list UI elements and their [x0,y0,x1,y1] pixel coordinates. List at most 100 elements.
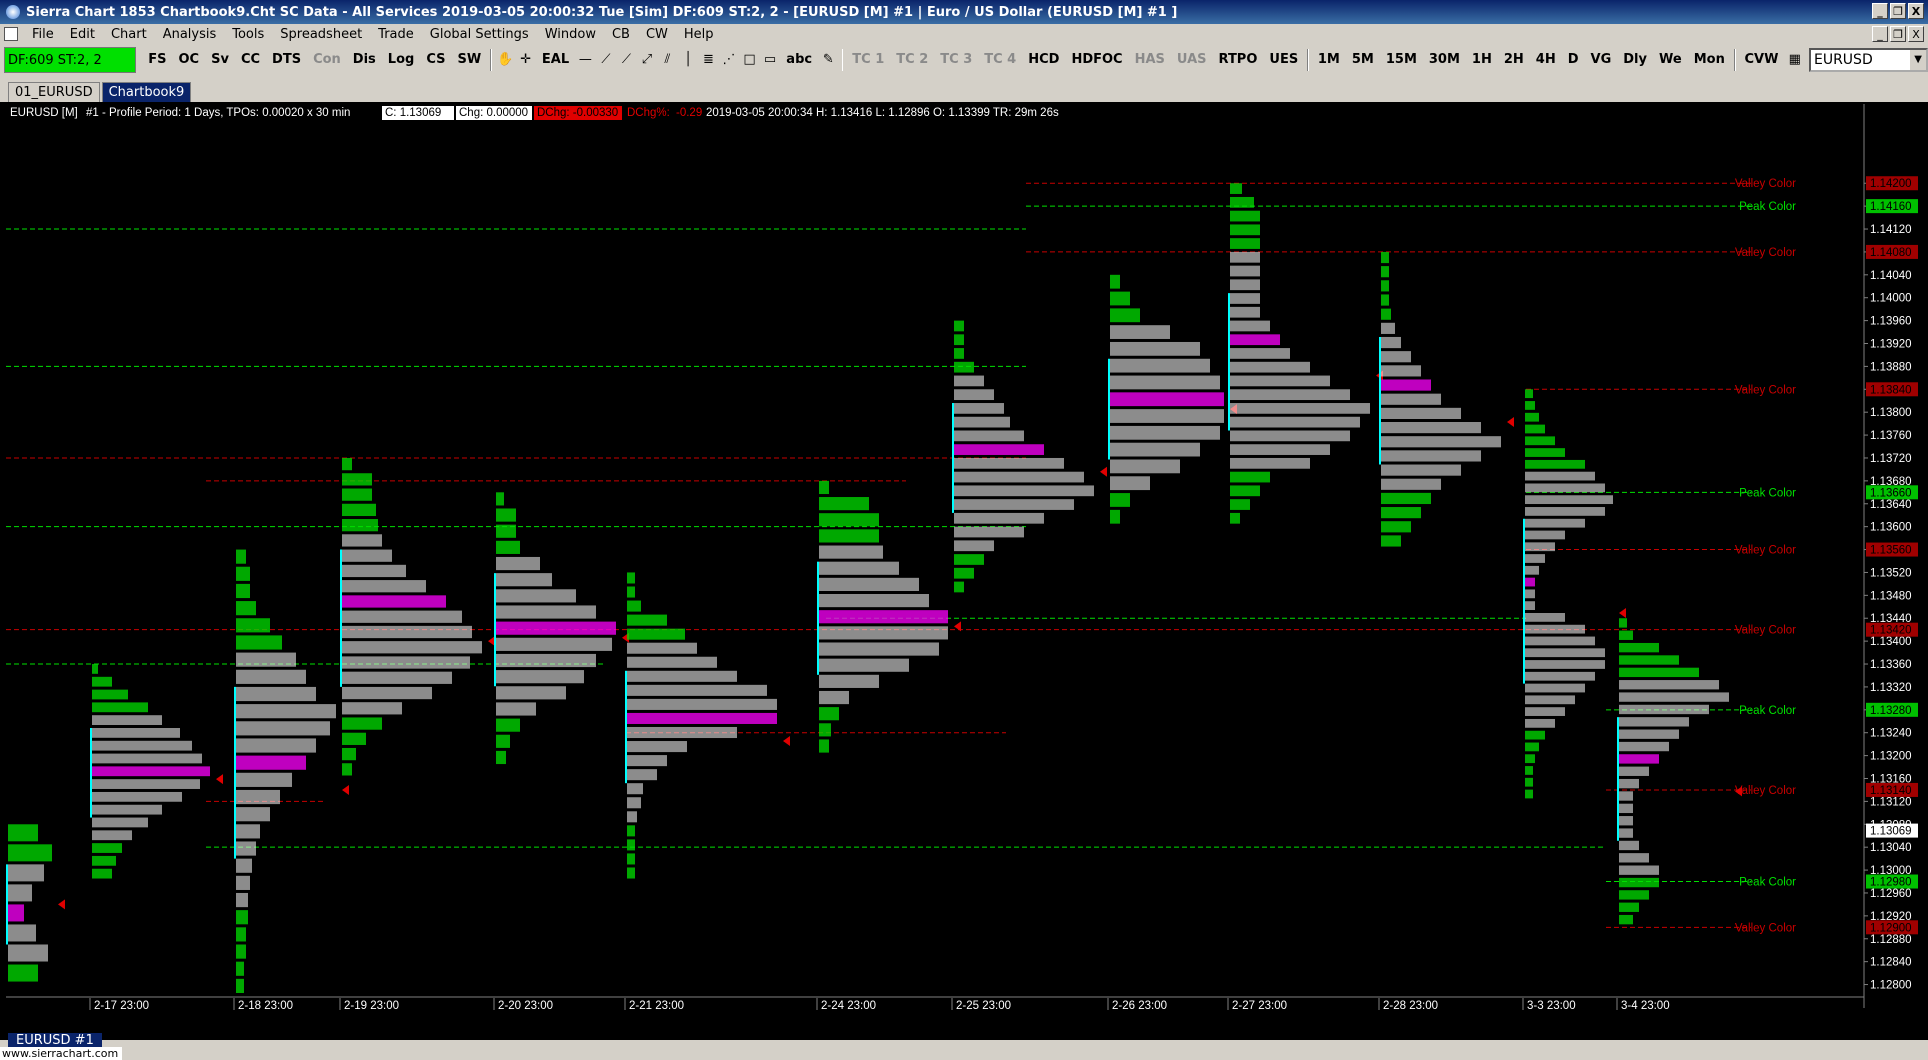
trend-icon[interactable]: ⟋ [617,46,636,74]
toolbar-button-dly[interactable]: Dly [1618,46,1652,74]
price-label: 1.14000 [1870,293,1912,305]
menu-spreadsheet[interactable]: Spreadsheet [272,27,370,42]
maximize-button[interactable]: ❐ [1890,3,1906,19]
valley-color-label: Valley Color [1735,922,1796,934]
tpo-row [1110,392,1224,407]
toolbar-button-1m[interactable]: 1M [1313,46,1345,74]
toolbar-button-2h[interactable]: 2H [1499,46,1529,74]
tpo-row [627,853,635,865]
toolbar-button-fs[interactable]: FS [143,46,171,74]
menu-trade[interactable]: Trade [370,27,422,42]
price-label: 1.13480 [1870,590,1912,602]
tpo-row [1110,493,1130,507]
tpo-row [1381,492,1431,505]
vline-icon[interactable]: │ [679,46,698,74]
fan-icon[interactable]: ⋰ [720,46,739,74]
toolbar-button-tc-1[interactable]: TC 1 [847,46,889,74]
tpo-row [1230,389,1350,401]
tpo-row [954,444,1044,455]
extend-icon[interactable]: ⤢ [638,46,657,74]
toolbar-button-rtpo[interactable]: RTPO [1214,46,1263,74]
tpo-row [1230,251,1260,263]
menu-edit[interactable]: Edit [62,27,103,42]
toolbar-button-vg[interactable]: VG [1586,46,1617,74]
box-icon[interactable]: ▭ [761,46,780,74]
chart-area[interactable]: EURUSD [M] #1 - Profile Period: 1 Days, T… [6,104,1922,1024]
tpo-row [1619,791,1633,801]
pen-icon[interactable]: ✎ [819,46,838,74]
toolbar-button-we[interactable]: We [1654,46,1687,74]
symbol-value: EURUSD [1813,52,1873,68]
toolbar-button-hcd[interactable]: HCD [1023,46,1064,74]
tpo-row [1381,535,1401,547]
tpo-row [819,577,919,591]
toolbar-button-has[interactable]: HAS [1130,46,1170,74]
toolbar-button-4h[interactable]: 4H [1531,46,1561,74]
tab-chartbook9[interactable]: Chartbook9 [101,82,192,102]
toolbar-button-d[interactable]: D [1563,46,1584,74]
toolbar-button-15m[interactable]: 15M [1381,46,1422,74]
menu-chart[interactable]: Chart [103,27,155,42]
toolbar-button-cs[interactable]: CS [421,46,450,74]
close-button[interactable]: X [1908,3,1924,19]
menu-cb[interactable]: CB [604,27,638,42]
tpo-row [819,707,839,721]
rect-icon[interactable]: □ [740,46,759,74]
line-icon[interactable]: — [576,46,595,74]
toolbar-button-tc-4[interactable]: TC 4 [979,46,1021,74]
fib-icon[interactable]: ≣ [699,46,718,74]
toolbar-button-dis[interactable]: Dis [348,46,381,74]
toolbar-button-eal[interactable]: EAL [537,46,574,74]
toolbar-button-cc[interactable]: CC [236,46,265,74]
tab-01_eurusd[interactable]: 01_EURUSD [8,82,100,102]
toolbar-button-sw[interactable]: SW [452,46,486,74]
menu-analysis[interactable]: Analysis [155,27,225,42]
menu-global-settings[interactable]: Global Settings [422,27,537,42]
toolbar-button-hdfoc[interactable]: HDFOC [1066,46,1127,74]
tpo-row [819,480,829,495]
toolbar-button-30m[interactable]: 30M [1424,46,1465,74]
chg-value: Chg: 0.00000 [459,107,528,119]
toolbar-button-tc-2[interactable]: TC 2 [891,46,933,74]
toolbar-button-5m[interactable]: 5M [1347,46,1379,74]
toolbar: DF:609 ST:2, 2 BR:16k FSOCSvCCDTSConDisL… [0,44,1928,94]
parallel-icon[interactable]: ⫽ [658,46,677,74]
chart-minimize-button[interactable]: _ [1872,26,1888,42]
tpo-row [1230,499,1250,510]
ray-icon[interactable]: ⟋ [597,46,616,74]
menu-help[interactable]: Help [676,27,722,42]
crosshair-icon[interactable]: ✛ [516,46,535,74]
toolbar-button-1h[interactable]: 1H [1467,46,1497,74]
tpo-row [1230,361,1310,373]
chevron-down-icon[interactable]: ▼ [1910,50,1927,70]
toolbar-button-tc-3[interactable]: TC 3 [935,46,977,74]
toolbar-button-abc[interactable]: abc [781,46,817,74]
toolbar-button-ues[interactable]: UES [1264,46,1303,74]
chart-restore-button[interactable]: ❐ [1890,26,1906,42]
menu-window[interactable]: Window [537,27,604,42]
hand-icon[interactable]: ✋ [496,46,515,74]
price-label: 1.13920 [1870,339,1912,351]
tpo-chart[interactable]: EURUSD [M] #1 - Profile Period: 1 Days, T… [6,104,1922,1024]
chart-close-button[interactable]: X [1908,26,1924,42]
menu-cw[interactable]: CW [638,27,676,42]
price-label: 1.13120 [1870,796,1912,808]
symbol-select[interactable]: EURUSD ▼ [1808,48,1928,72]
toolbar-button-sv[interactable]: Sv [206,46,234,74]
toolbar-button-oc[interactable]: OC [174,46,205,74]
menu-file[interactable]: File [24,27,62,42]
tpo-row [627,867,635,879]
toolbar-button-mon[interactable]: Mon [1689,46,1730,74]
minimize-button[interactable]: _ [1872,3,1888,19]
toolbar-button-con[interactable]: Con [308,46,346,74]
toolbar-button-uas[interactable]: UAS [1172,46,1212,74]
toolbar-button-dts[interactable]: DTS [267,46,306,74]
toolbar-button-cvw[interactable]: CVW [1740,46,1784,74]
menu-tools[interactable]: Tools [224,27,272,42]
tpo-row [1381,464,1461,476]
grid-icon[interactable]: ▦ [1785,46,1804,74]
tpo-row [1525,448,1565,457]
watermark: www.sierrachart.com [0,1047,122,1060]
close-arrow-marker [1100,466,1107,477]
toolbar-button-log[interactable]: Log [383,46,420,74]
